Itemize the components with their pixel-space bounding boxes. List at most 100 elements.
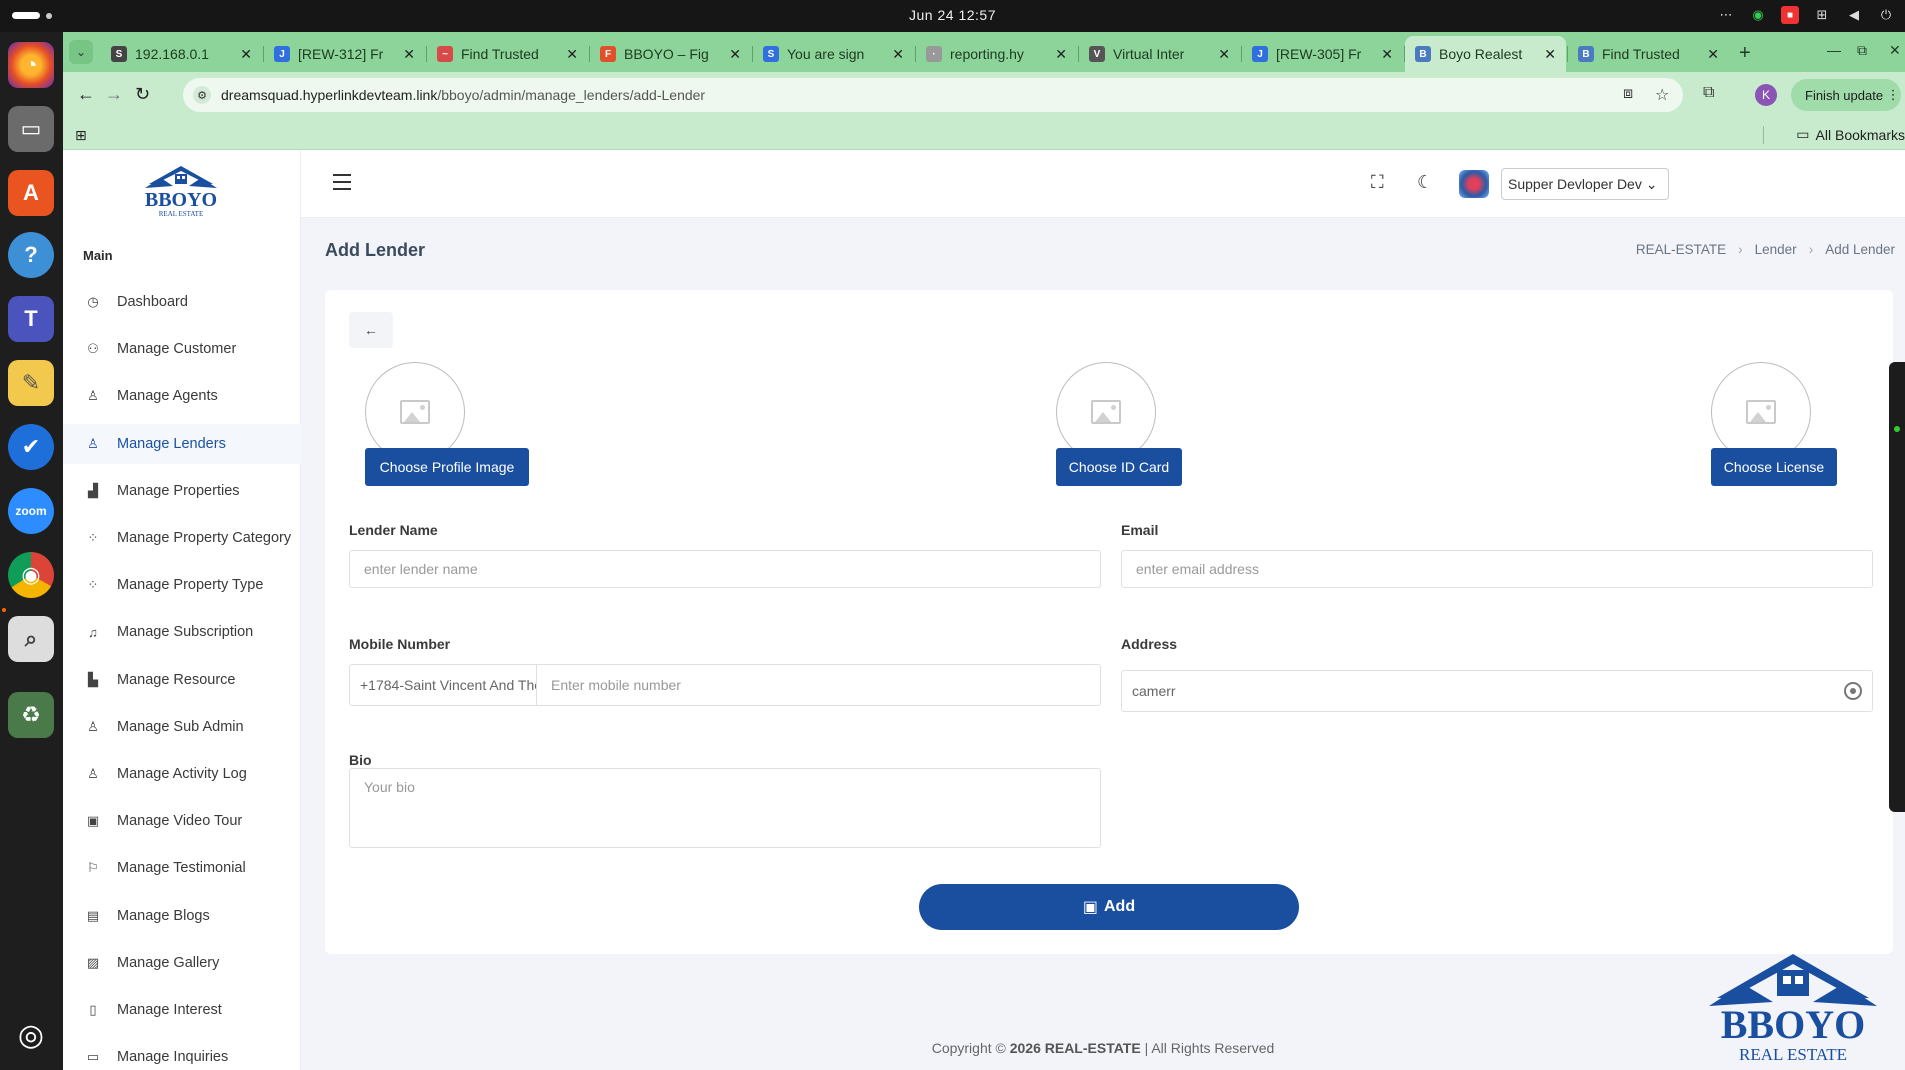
sidebar-item-manage-activity-log[interactable]: ♙ Manage Activity Log [63,754,301,794]
ubuntu-icon[interactable]: ◎ [8,1012,54,1058]
restore-icon[interactable]: ⧉ [1857,42,1867,59]
choose-profile-image-button[interactable]: Choose Profile Image [365,448,529,486]
sidebar-item-manage-property-category[interactable]: ⁘ Manage Property Category [63,518,301,558]
lender-name-input[interactable]: enter lender name [349,550,1101,588]
sidebar-item-manage-property-type[interactable]: ⁘ Manage Property Type [63,565,301,605]
tab-close-icon[interactable]: ✕ [729,46,741,63]
back-button[interactable]: ← [349,312,393,348]
firefox-icon[interactable]: ◔ [8,42,54,88]
record-icon[interactable]: ■ [1781,6,1799,24]
volume-icon[interactable]: ◀ [1845,6,1863,24]
checker-icon[interactable]: ✔ [8,424,54,470]
browser-tab[interactable]: · reporting.hy ✕ [916,36,1077,72]
all-bookmarks-button[interactable]: ▭ All Bookmarks [1796,126,1905,143]
comment-icon: ⚐ [87,860,99,876]
bio-textarea[interactable]: Your bio [349,768,1101,848]
new-tab-button[interactable]: + [1739,42,1751,65]
finish-update-button[interactable]: Finish update ⋮ [1791,79,1901,111]
sidebar-item-manage-testimonial[interactable]: ⚐ Manage Testimonial [63,848,301,888]
tab-close-icon[interactable]: ✕ [1055,46,1067,63]
address-input[interactable]: camerr [1121,670,1873,712]
sidebar-item-manage-resource[interactable]: ▙ Manage Resource [63,660,301,700]
sidebar-item-manage-customer[interactable]: ⚇ Manage Customer [63,329,301,369]
browser-tab[interactable]: F BBOYO – Fig ✕ [590,36,751,72]
reload-icon[interactable]: ↻ [135,84,150,105]
tab-close-icon[interactable]: ✕ [240,46,252,63]
forward-icon[interactable]: → [105,84,123,105]
sidebar-item-manage-inquiries[interactable]: ▭ Manage Inquiries [63,1037,301,1070]
address-bar[interactable]: ⚙ dreamsquad.hyperlinkdevteam.link/bboyo… [183,78,1683,112]
tab-close-icon[interactable]: ✕ [1381,46,1393,63]
tab-close-icon[interactable]: ✕ [403,46,415,63]
apps-grid-icon[interactable]: ⊞ [75,127,87,144]
breadcrumb-lender[interactable]: Lender [1755,242,1797,257]
sidebar-item-manage-interest[interactable]: ▯ Manage Interest [63,990,301,1030]
network-icon[interactable]: ⊞ [1813,6,1831,24]
location-target-icon[interactable] [1844,682,1862,700]
choose-license-button[interactable]: Choose License [1711,448,1837,486]
tab-close-icon[interactable]: ✕ [566,46,578,63]
sidebar-item-manage-lenders[interactable]: ♙ Manage Lenders [63,423,301,464]
sidebar-item-manage-sub-admin[interactable]: ♙ Manage Sub Admin [63,707,301,747]
text-editor-icon[interactable]: ✎ [8,360,54,406]
breadcrumb-root[interactable]: REAL-ESTATE [1636,242,1726,257]
browser-tab[interactable]: B Boyo Realest ✕ [1405,36,1566,72]
tab-close-icon[interactable]: ✕ [1707,46,1719,63]
site-info-icon[interactable]: ⚙ [193,86,211,104]
breadcrumb-separator-icon: › [1808,242,1814,257]
reporting-widget-tab[interactable] [1889,362,1905,812]
browser-tab[interactable]: V Virtual Inter ✕ [1079,36,1240,72]
trash-icon[interactable]: ♻ [8,692,54,738]
hamburger-menu-icon[interactable] [333,174,351,195]
sidebar-item-manage-video-tour[interactable]: ▣ Manage Video Tour [63,801,301,841]
search-icon[interactable]: ⌕ [8,616,54,662]
browser-tab[interactable]: B Find Trusted ✕ [1568,36,1729,72]
browser-tab[interactable]: ~ Find Trusted ✕ [427,36,588,72]
fullscreen-icon[interactable]: ⛶ [1371,172,1384,193]
sidebar-item-manage-properties[interactable]: ▟ Manage Properties [63,471,301,511]
tab-close-icon[interactable]: ✕ [1218,46,1230,63]
browser-tab[interactable]: J [REW-312] Fr ✕ [264,36,425,72]
power-icon[interactable]: ⏻ [1877,6,1895,24]
app-center-icon[interactable]: A [8,170,54,216]
sidebar-item-manage-subscription[interactable]: ♫ Manage Subscription [63,612,301,652]
more-icon[interactable]: ⋯ [1717,6,1735,24]
help-icon[interactable]: ? [8,232,54,278]
system-tray[interactable]: ⋯ ◉ ■ ⊞ ◀ ⏻ [1717,6,1895,24]
email-input[interactable]: enter email address [1121,550,1873,588]
grid-icon: ⁘ [87,530,99,545]
clock[interactable]: Jun 24 12:57 [0,7,1905,23]
profile-avatar[interactable]: K [1755,84,1777,106]
teams-icon[interactable]: T [8,296,54,342]
install-icon[interactable]: ⧈ [1623,85,1633,103]
browser-tab[interactable]: S You are sign ✕ [753,36,914,72]
bboyo-logo[interactable]: BBOYO REAL ESTATE [141,162,221,222]
browser-tab[interactable]: S 192.168.0.1 ✕ [101,36,262,72]
sidebar-item-manage-blogs[interactable]: ▤ Manage Blogs [63,896,301,936]
extensions-icon[interactable]: ⧉ [1703,84,1714,102]
chrome-icon[interactable]: ◉ [8,552,54,598]
files-icon[interactable]: ▭ [8,106,54,152]
zoom-icon[interactable]: zoom [8,488,54,534]
dark-mode-moon-icon[interactable]: ☾ [1417,172,1433,193]
tab-close-icon[interactable]: ✕ [1544,46,1556,63]
bookmark-star-icon[interactable]: ☆ [1655,85,1669,105]
url-text[interactable]: dreamsquad.hyperlinkdevteam.link/bboyo/a… [221,87,705,103]
country-code-select[interactable]: +1784-Saint Vincent And The Grenadines [349,664,537,706]
tab-close-icon[interactable]: ✕ [892,46,904,63]
user-avatar[interactable] [1459,170,1489,198]
browser-tab[interactable]: J [REW-305] Fr ✕ [1242,36,1403,72]
sidebar-item-manage-gallery[interactable]: ▨ Manage Gallery [63,943,301,983]
mobile-number-input[interactable]: Enter mobile number [536,664,1101,706]
email-label: Email [1121,522,1159,538]
status-green-icon[interactable]: ◉ [1749,6,1767,24]
choose-id-card-button[interactable]: Choose ID Card [1056,448,1182,486]
back-icon[interactable]: ← [77,84,95,105]
minimize-icon[interactable]: — [1827,42,1841,58]
sidebar-item-dashboard[interactable]: ◷ Dashboard [63,282,301,322]
close-window-icon[interactable]: ✕ [1889,42,1901,59]
sidebar-item-manage-agents[interactable]: ♙ Manage Agents [63,376,301,416]
user-dropdown[interactable]: Supper Devloper Dev ⌄ [1501,168,1669,200]
add-button[interactable]: ▣ Add [919,884,1299,930]
tab-list-button[interactable]: ⌄ [69,40,93,64]
